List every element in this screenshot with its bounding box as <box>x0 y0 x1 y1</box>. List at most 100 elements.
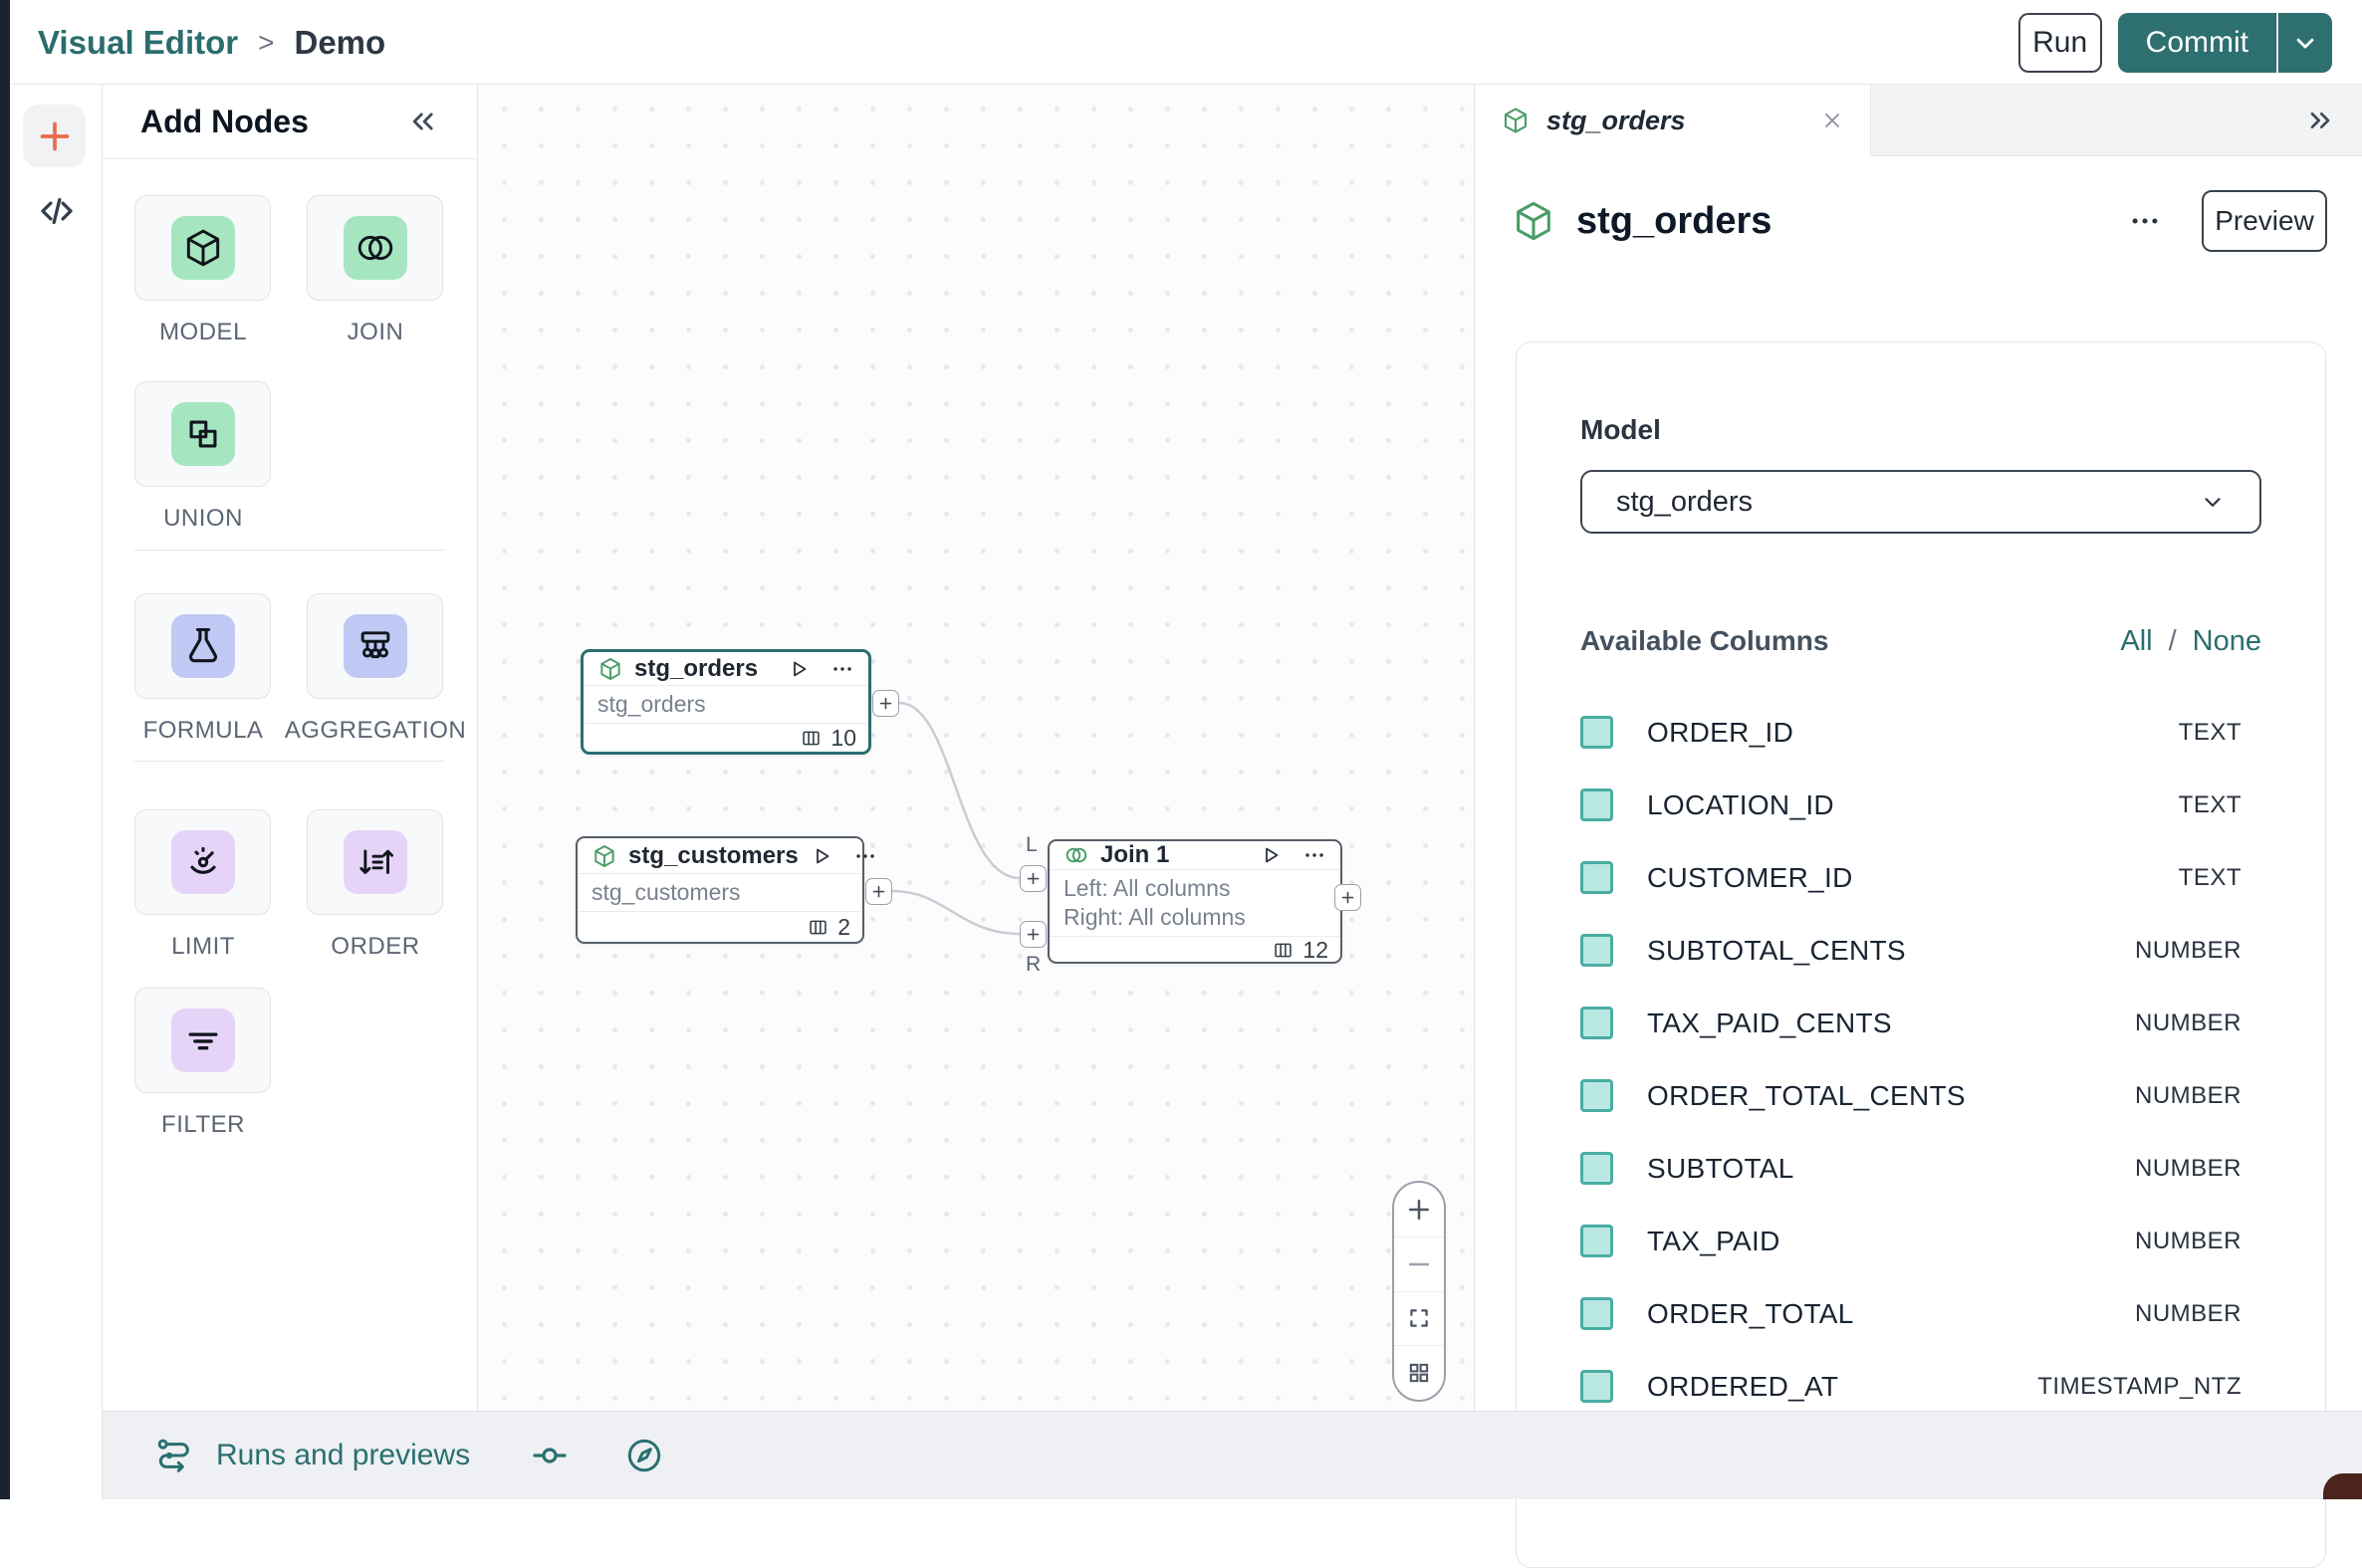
ellipsis-icon <box>2128 204 2162 238</box>
node-menu-button[interactable] <box>1302 843 1326 867</box>
add-downstream-port-join[interactable] <box>1334 884 1361 911</box>
node-footer: 10 <box>584 724 868 752</box>
node-body: stg_orders <box>584 686 868 724</box>
join-left-port-label: L <box>1026 833 1038 857</box>
column-checkbox[interactable] <box>1580 1225 1613 1257</box>
topbar-actions: Run Commit <box>2018 13 2332 73</box>
inspector-title: stg_orders <box>1576 200 1772 243</box>
model-select-value: stg_orders <box>1616 486 1753 519</box>
compass-icon <box>623 1435 665 1476</box>
links-separator: / <box>2169 625 2177 658</box>
available-columns-list: ORDER_ID TEXT LOCATION_ID TEXT CUSTOMER_… <box>1580 696 2261 1423</box>
plus-icon <box>871 884 886 899</box>
play-icon <box>787 657 811 681</box>
node-type-formula[interactable]: FORMULA <box>134 593 271 745</box>
column-name: ORDER_TOTAL <box>1647 1298 1854 1330</box>
preview-button[interactable]: Preview <box>2202 190 2327 252</box>
node-type-filter[interactable]: FILTER <box>134 988 271 1139</box>
add-downstream-port-stg-orders[interactable] <box>872 690 899 717</box>
node-type-union[interactable]: UNION <box>134 381 271 533</box>
node-type-limit[interactable]: LIMIT <box>134 809 271 961</box>
explore-button[interactable] <box>623 1435 665 1476</box>
model-select[interactable]: stg_orders <box>1580 470 2261 534</box>
ellipsis-icon <box>830 657 854 681</box>
ellipsis-icon <box>1302 843 1326 867</box>
code-view-button[interactable] <box>36 190 78 232</box>
run-node-button[interactable] <box>787 657 811 681</box>
node-type-label: AGGREGATION <box>256 717 495 745</box>
select-none-link[interactable]: None <box>2193 625 2261 658</box>
inspector-panel: stg_orders stg_orders Preview Model stg_… <box>1474 85 2362 1499</box>
collapse-panel-button[interactable] <box>405 105 439 138</box>
canvas-node-join-1[interactable]: Join 1 Left: All columns Right: All colu… <box>1048 839 1342 964</box>
column-checkbox[interactable] <box>1580 1370 1613 1403</box>
column-type: NUMBER <box>2135 1082 2242 1110</box>
breadcrumb-visual-editor-link[interactable]: Visual Editor <box>38 24 238 62</box>
column-type: NUMBER <box>2135 1009 2242 1037</box>
column-name: LOCATION_ID <box>1647 789 1834 821</box>
select-all-link[interactable]: All <box>2120 625 2152 658</box>
canvas-zoom-toolbar <box>1392 1181 1446 1402</box>
zoom-in-button[interactable] <box>1394 1183 1444 1237</box>
run-button[interactable]: Run <box>2018 13 2102 73</box>
collapse-inspector-button[interactable] <box>2304 85 2336 156</box>
column-type: TEXT <box>2179 719 2242 747</box>
chevrons-right-icon <box>2304 105 2336 136</box>
column-checkbox[interactable] <box>1580 1152 1613 1185</box>
add-nodes-title: Add Nodes <box>140 104 309 140</box>
tab-stg-orders[interactable]: stg_orders <box>1475 85 1871 156</box>
top-bar: Visual Editor > Demo Run Commit <box>0 0 2362 85</box>
node-type-order[interactable]: ORDER <box>307 809 443 961</box>
left-rail <box>10 85 103 1499</box>
commit-graph-button[interactable] <box>530 1436 570 1475</box>
join-right-input-port[interactable] <box>1020 921 1047 948</box>
join-left-config: Left: All columns <box>1063 874 1326 903</box>
run-node-button[interactable] <box>1259 843 1283 867</box>
plus-icon <box>1405 1196 1433 1224</box>
column-checkbox[interactable] <box>1580 1007 1613 1039</box>
fit-view-button[interactable] <box>1394 1292 1444 1347</box>
node-type-join[interactable]: JOIN <box>307 195 443 346</box>
node-menu-button[interactable] <box>830 657 854 681</box>
aggregation-tree-icon <box>344 614 407 678</box>
add-downstream-port-stg-customers[interactable] <box>865 878 892 905</box>
column-checkbox[interactable] <box>1580 1297 1613 1330</box>
node-menu-button[interactable] <box>853 844 877 868</box>
node-type-aggregation[interactable]: AGGREGATION <box>307 593 443 745</box>
node-model-name: stg_customers <box>591 878 848 907</box>
join-left-input-port[interactable] <box>1020 865 1047 892</box>
model-cube-icon <box>591 843 617 869</box>
inspector-header: stg_orders Preview <box>1475 156 2362 286</box>
layout-grid-button[interactable] <box>1394 1346 1444 1400</box>
run-node-button[interactable] <box>810 844 833 868</box>
graph-canvas[interactable]: stg_orders stg_orders 10 stg_ <box>478 85 1474 1411</box>
node-type-label: JOIN <box>256 319 495 346</box>
column-checkbox[interactable] <box>1580 934 1613 967</box>
zoom-out-button[interactable] <box>1394 1237 1444 1292</box>
filter-lines-icon <box>171 1008 235 1072</box>
column-checkbox[interactable] <box>1580 1079 1613 1112</box>
column-checkbox[interactable] <box>1580 788 1613 821</box>
column-checkbox[interactable] <box>1580 861 1613 894</box>
node-type-label: FILTER <box>84 1111 323 1139</box>
play-icon <box>1259 843 1283 867</box>
inspector-menu-button[interactable] <box>2128 204 2162 238</box>
column-checkbox[interactable] <box>1580 716 1613 749</box>
minus-icon <box>1405 1250 1433 1278</box>
commit-button[interactable]: Commit <box>2118 13 2278 73</box>
breadcrumb-current-page: Demo <box>294 24 385 62</box>
column-name: SUBTOTAL_CENTS <box>1647 935 1906 967</box>
runs-and-previews-button[interactable]: Runs and previews <box>154 1436 470 1475</box>
commit-dropdown-button[interactable] <box>2278 13 2332 73</box>
join-circles-icon <box>1063 842 1089 868</box>
close-icon <box>1820 109 1844 132</box>
close-tab-button[interactable] <box>1820 109 1844 132</box>
canvas-node-stg-customers[interactable]: stg_customers stg_customers 2 <box>576 836 864 944</box>
runs-and-previews-label: Runs and previews <box>216 1439 470 1472</box>
column-name: ORDERED_AT <box>1647 1371 1838 1403</box>
canvas-node-stg-orders[interactable]: stg_orders stg_orders 10 <box>581 649 871 755</box>
column-type: TEXT <box>2179 864 2242 892</box>
add-node-rail-button[interactable] <box>23 105 86 167</box>
node-type-model[interactable]: MODEL <box>134 195 271 346</box>
panel-divider <box>134 761 444 762</box>
